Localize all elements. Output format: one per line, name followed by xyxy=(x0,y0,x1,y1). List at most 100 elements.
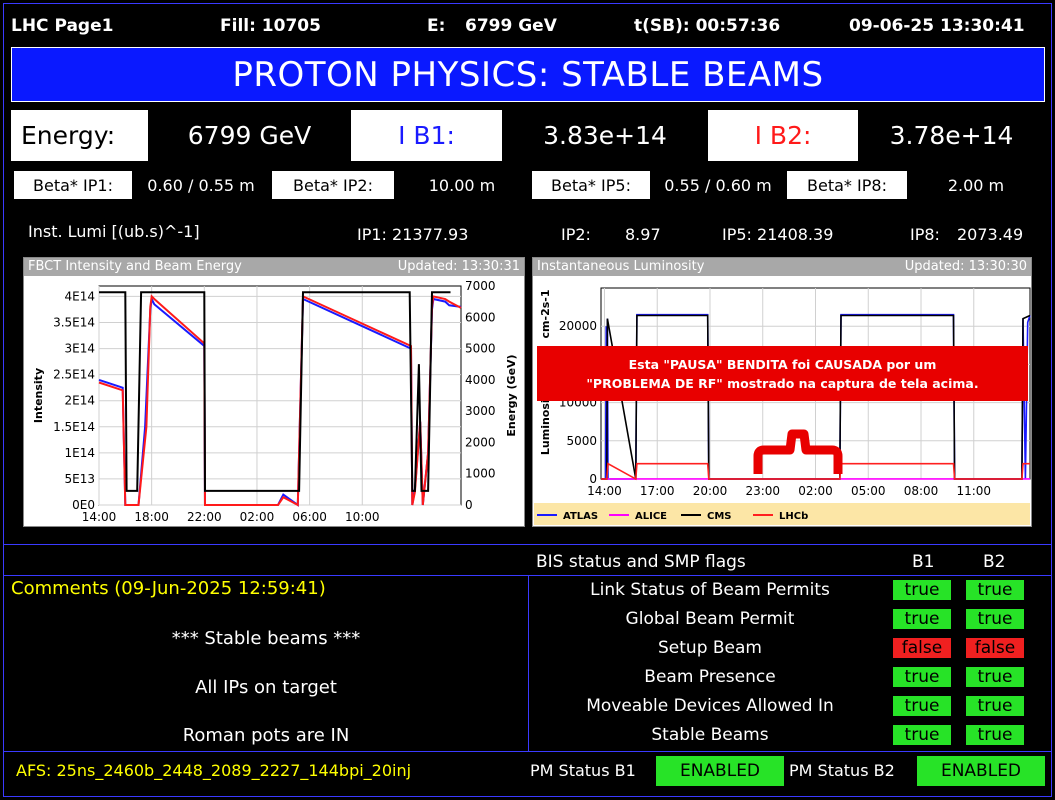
comment-line: Roman pots are IN xyxy=(182,725,350,746)
page-name: LHC Page1 xyxy=(11,16,114,36)
x-tick-label: 10:00 xyxy=(345,510,380,524)
time-since-stable-beams: t(SB): 00:57:36 xyxy=(634,16,781,36)
bis-flag-b2: false xyxy=(966,638,1024,658)
bis-flag-b2: true xyxy=(966,696,1024,716)
energy-label: E: xyxy=(427,16,446,36)
y2-tick-label: 0 xyxy=(465,498,473,512)
x-tick-label: 02:00 xyxy=(240,510,275,524)
y-tick-label: 4E14 xyxy=(65,289,96,303)
bis-flag-b2: true xyxy=(966,609,1024,629)
comments-title: Comments (09-Jun-2025 12:59:41) xyxy=(11,578,326,599)
comment-line: *** Stable beams *** xyxy=(171,628,361,649)
beta-ip1-label: Beta* IP1: xyxy=(14,171,132,199)
fbct-chart-title: FBCT Intensity and Beam Energy xyxy=(28,259,242,274)
beam-mode-banner: PROTON PHYSICS: STABLE BEAMS xyxy=(11,47,1045,102)
intensity-b2-value: 3.78e+14 xyxy=(858,110,1045,161)
x-tick-label: 08:00 xyxy=(904,484,939,498)
comment-line: All IPs on target xyxy=(195,677,337,698)
y-tick-label: 2E14 xyxy=(65,394,96,408)
date-time: 09-06-25 13:30:41 xyxy=(849,16,1025,36)
top-bar: LHC Page1 Fill: 10705 E: 6799 GeV t(SB):… xyxy=(4,8,1051,42)
annotation-line-2: "PROBLEMA DE RF" mostrado na captura de … xyxy=(586,376,979,391)
section-divider xyxy=(4,544,1051,545)
y-tick-label: 0E0 xyxy=(72,498,95,512)
bis-col-b1: B1 xyxy=(912,552,935,572)
lumi-chart-updated: Updated: 13:30:30 xyxy=(904,259,1027,274)
legend-label: LHCb xyxy=(779,511,808,522)
bis-flag-label: Stable Beams xyxy=(651,725,769,745)
y2-tick-label: 7000 xyxy=(465,279,496,293)
afs-filling-scheme: AFS: 25ns_2460b_2448_2089_2227_144bpi_20… xyxy=(16,761,412,780)
y-tick-label: 5000 xyxy=(566,434,597,448)
intensity-b2-label: I B2: xyxy=(708,110,858,161)
y-axis-unit: cm-2s-1 xyxy=(539,290,552,339)
y-tick-label: 1.5E14 xyxy=(53,420,95,434)
bis-flag-label: Global Beam Permit xyxy=(625,609,795,629)
energy-value-cell: 6799 GeV xyxy=(148,110,351,161)
y2-tick-label: 4000 xyxy=(465,373,496,387)
bis-flag-label: Moveable Devices Allowed In xyxy=(586,696,834,716)
section-divider xyxy=(4,751,1051,752)
fbct-chart-header: FBCT Intensity and Beam Energy Updated: … xyxy=(24,258,524,276)
pm-status-b2-label: PM Status B2 xyxy=(789,761,895,780)
y-tick-label: 0 xyxy=(589,472,597,486)
bis-title: BIS status and SMP flags xyxy=(536,552,746,572)
fill-number: Fill: 10705 xyxy=(220,16,321,36)
bis-flag-b1: true xyxy=(893,580,951,600)
rf-pause-annotation: Esta "PAUSA" BENDITA foi CAUSADA por um … xyxy=(537,346,1028,401)
fbct-intensity-chart: FBCT Intensity and Beam Energy Updated: … xyxy=(23,257,525,527)
legend-label: ALICE xyxy=(635,511,667,522)
beta-ip8-label: Beta* IP8: xyxy=(787,171,907,199)
bis-flag-label: Setup Beam xyxy=(658,638,762,658)
bis-flag-b1: true xyxy=(893,696,951,716)
x-tick-label: 20:00 xyxy=(693,484,728,498)
y2-tick-label: 2000 xyxy=(465,435,496,449)
y-axis-label: Intensity xyxy=(32,368,45,423)
x-tick-label: 18:00 xyxy=(134,510,169,524)
y-tick-label: 20000 xyxy=(559,319,597,333)
y-tick-label: 5E13 xyxy=(65,472,96,486)
y2-axis-label: Energy (GeV) xyxy=(505,354,518,436)
inst-lumi-label: Inst. Lumi [(ub.s)^-1] xyxy=(28,222,200,241)
bis-flag-b2: true xyxy=(966,667,1024,687)
x-tick-label: 05:00 xyxy=(851,484,886,498)
y-tick-label: 3.5E14 xyxy=(53,316,95,330)
lumi-ip8-value: 2073.49 xyxy=(957,225,1024,244)
legend-label: ATLAS xyxy=(563,511,598,522)
intensity-b1-label: I B1: xyxy=(351,110,502,161)
beta-ip5-label: Beta* IP5: xyxy=(532,171,650,199)
rf-pause-bracket xyxy=(753,429,843,474)
lumi-ip5: IP5: 21408.39 xyxy=(722,225,834,244)
section-divider xyxy=(528,575,529,751)
bis-flag-label: Beam Presence xyxy=(644,667,776,687)
beta-ip8-value: 2.00 m xyxy=(907,171,1045,199)
x-tick-label: 23:00 xyxy=(745,484,780,498)
lumi-chart-title: Instantaneous Luminosity xyxy=(537,259,705,274)
energy-label-cell: Energy: xyxy=(11,110,148,161)
beta-ip5-value: 0.55 / 0.60 m xyxy=(650,171,786,199)
x-tick-label: 17:00 xyxy=(640,484,675,498)
fbct-chart-updated: Updated: 13:30:31 xyxy=(397,259,520,274)
plot-area xyxy=(98,285,462,506)
y2-tick-label: 1000 xyxy=(465,467,496,481)
x-tick-label: 14:00 xyxy=(82,510,117,524)
pm-status-b1-value: ENABLED xyxy=(656,756,784,786)
x-tick-label: 22:00 xyxy=(187,510,222,524)
lumi-ip8-label: IP8: xyxy=(910,225,940,244)
x-tick-label: 06:00 xyxy=(292,510,327,524)
bis-flag-b1: true xyxy=(893,667,951,687)
lumi-ip2-value: 8.97 xyxy=(625,225,661,244)
legend-label: CMS xyxy=(707,511,732,522)
y-tick-label: 2.5E14 xyxy=(53,368,95,382)
y2-tick-label: 6000 xyxy=(465,310,496,324)
beta-ip2-label: Beta* IP2: xyxy=(272,171,394,199)
energy-value: 6799 GeV xyxy=(465,16,557,36)
beta-ip1-value: 0.60 / 0.55 m xyxy=(132,171,270,199)
y-tick-label: 3E14 xyxy=(65,342,96,356)
lumi-chart-header: Instantaneous Luminosity Updated: 13:30:… xyxy=(533,258,1031,276)
bis-flag-b1: true xyxy=(893,609,951,629)
beta-ip2-value: 10.00 m xyxy=(394,171,530,199)
bis-flag-b2: true xyxy=(966,580,1024,600)
annotation-line-1: Esta "PAUSA" BENDITA foi CAUSADA por um xyxy=(628,357,937,372)
x-tick-label: 14:00 xyxy=(587,484,622,498)
